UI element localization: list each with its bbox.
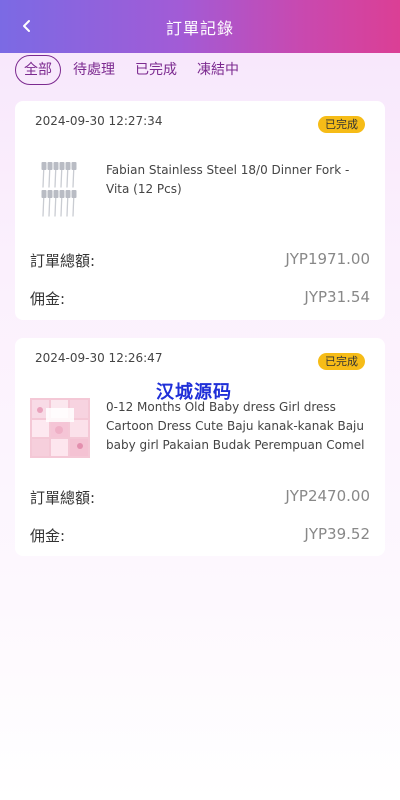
tab-pending[interactable]: 待處理 [65,56,123,84]
back-button[interactable] [14,13,40,39]
commission-value: JYP39.52 [304,525,370,543]
commission-label: 佣金: [30,527,66,545]
status-badge: 已完成 [318,353,365,370]
order-time: 2024-09-30 12:26:47 [35,351,163,365]
tab-completed[interactable]: 已完成 [127,56,185,84]
chevron-left-icon [23,20,30,32]
order-total-label: 訂單總額: [30,252,96,270]
order-card[interactable]: 2024-09-30 12:26:47 已完成 0-12 Months Old … [15,338,385,556]
order-total-value: JYP1971.00 [285,250,370,268]
order-time: 2024-09-30 12:27:34 [35,114,163,128]
top-header: 訂單記錄 [0,0,400,53]
product-name: 0-12 Months Old Baby dress Girl dress Ca… [106,400,365,452]
commission-value: JYP31.54 [304,288,370,306]
filter-tabs: 全部 待處理 已完成 凍結中 [15,54,251,86]
commission-label: 佣金: [30,290,66,308]
status-badge: 已完成 [318,116,365,133]
tab-frozen[interactable]: 凍結中 [189,56,247,84]
watermark-text: 汉城源码 [156,382,232,403]
order-card[interactable]: 2024-09-30 12:27:34 已完成 Fabian Stainless… [15,101,385,320]
product-image-baby-dress [30,398,90,458]
order-total-label: 訂單總額: [30,489,96,507]
tab-all[interactable]: 全部 [15,55,61,85]
page-title: 訂單記錄 [165,18,234,38]
order-total-value: JYP2470.00 [285,487,370,505]
product-name: Fabian Stainless Steel 18/0 Dinner Fork … [106,163,350,196]
product-image-forks [30,159,90,219]
